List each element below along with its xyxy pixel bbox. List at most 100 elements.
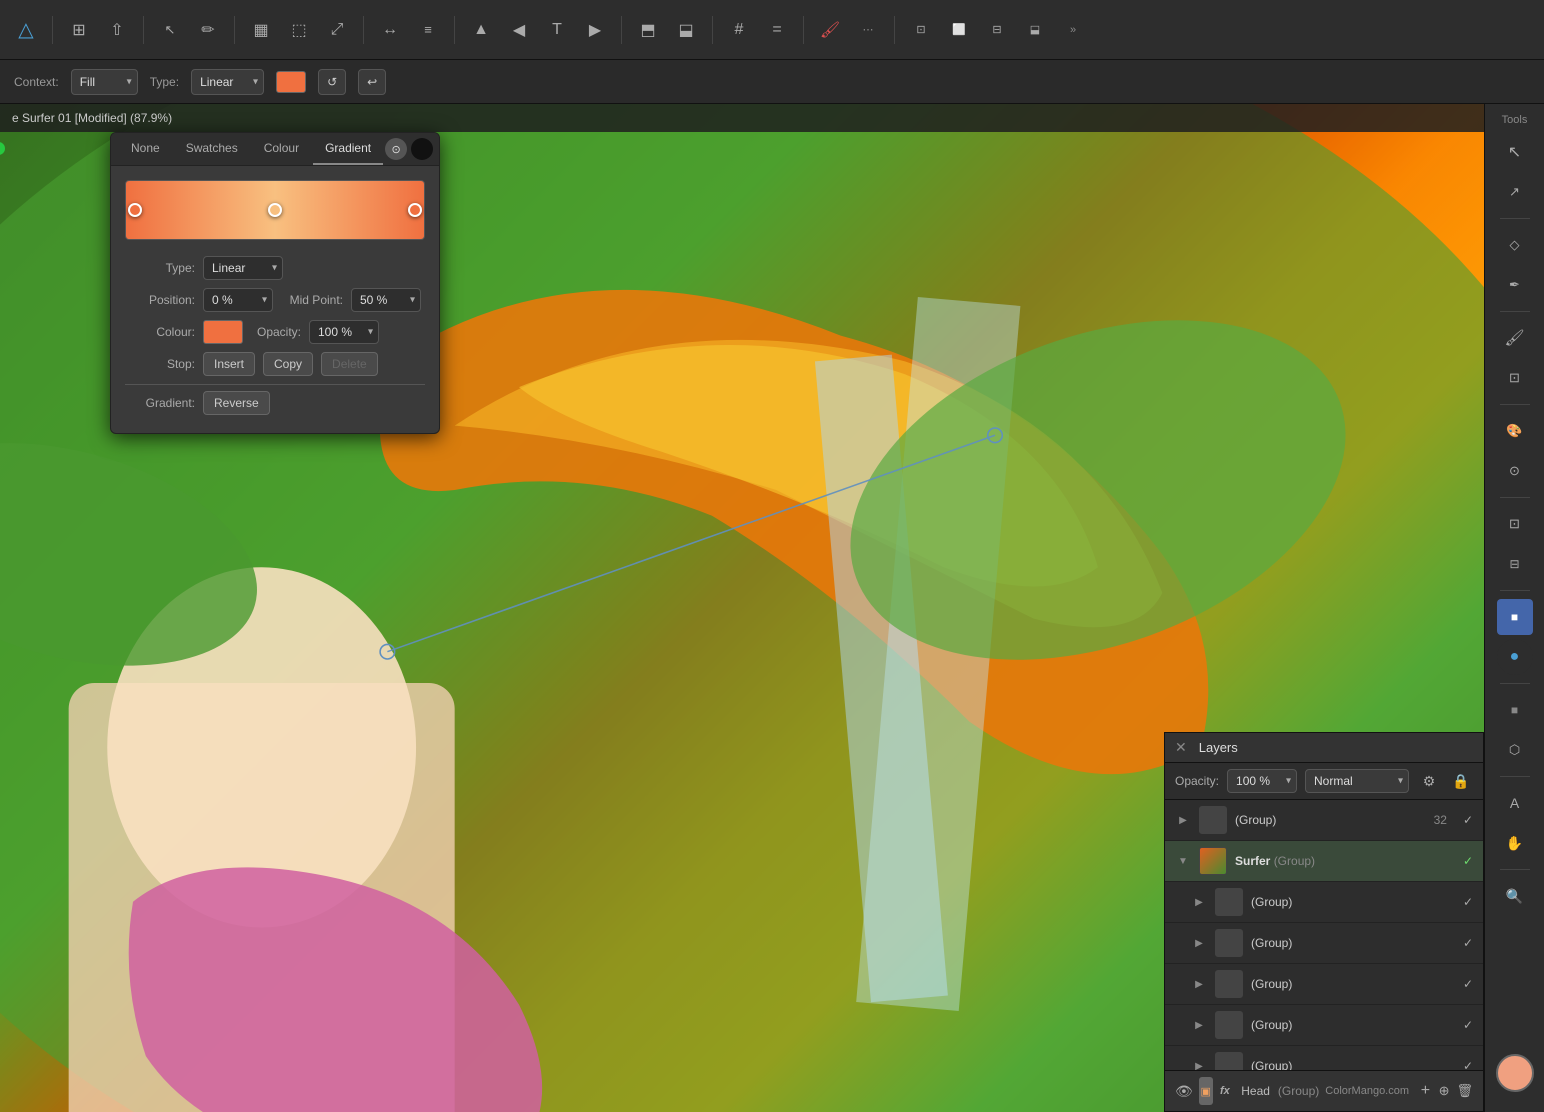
square-tool-btn[interactable]: ■ xyxy=(1497,599,1533,635)
color-circle[interactable] xyxy=(1496,1054,1534,1092)
layer-expand-4[interactable]: ▶ xyxy=(1191,1017,1207,1033)
gradient-colour-swatch[interactable] xyxy=(203,320,243,344)
delete-btn[interactable]: Delete xyxy=(321,352,378,376)
copy-btn[interactable]: Copy xyxy=(263,352,313,376)
align-btn[interactable]: ≡ xyxy=(412,14,444,46)
layer-expand-2[interactable]: ▶ xyxy=(1191,935,1207,951)
layer-check-5[interactable]: ✓ xyxy=(1463,1059,1473,1070)
refresh-btn[interactable]: ↺ xyxy=(318,69,346,95)
affinity-logo-btn[interactable]: △ xyxy=(10,14,42,46)
pointer-tool-btn[interactable]: ↖ xyxy=(1497,134,1533,170)
sample-tool-btn[interactable]: ⊙ xyxy=(1497,453,1533,489)
context-select[interactable]: Fill Stroke xyxy=(71,69,138,95)
text-btn[interactable]: T xyxy=(541,14,573,46)
layer-item-4[interactable]: ▶ (Group) ✓ xyxy=(1165,1005,1483,1046)
layers-blend-select[interactable]: Normal Multiply Screen Overlay xyxy=(1305,769,1409,793)
circle-tool-btn[interactable]: ● xyxy=(1497,639,1533,675)
opacity-select[interactable]: 100 % 75 % 50 % 25 % 0 % xyxy=(309,320,379,344)
brush2-btn[interactable]: 🖌 xyxy=(814,14,846,46)
gradient-type-select[interactable]: Linear Radial Conical Bitmap xyxy=(203,256,283,280)
position-select[interactable]: 0 % 25 % 50 % 75 % 100 % xyxy=(203,288,273,312)
layer-check-4[interactable]: ✓ xyxy=(1463,1018,1473,1032)
grid2-btn[interactable]: ▦ xyxy=(245,14,277,46)
square2-tool-btn[interactable]: ■ xyxy=(1497,692,1533,728)
layer-check-2[interactable]: ✓ xyxy=(1463,936,1473,950)
layer-check-0[interactable]: ✓ xyxy=(1463,813,1473,827)
layer-expand-1[interactable]: ▶ xyxy=(1191,894,1207,910)
mask-btn[interactable]: ⬓ xyxy=(670,14,702,46)
layers-footer-dup-btn[interactable]: ⊕ xyxy=(1438,1078,1451,1104)
pointer2-tool-btn[interactable]: ↗ xyxy=(1497,174,1533,210)
layers-footer-effect-btn[interactable]: fx xyxy=(1219,1078,1232,1104)
tab-colour[interactable]: Colour xyxy=(252,133,311,165)
reverse-btn[interactable]: Reverse xyxy=(203,391,270,415)
gradient-bar[interactable] xyxy=(125,180,425,240)
tab-gradient[interactable]: Gradient xyxy=(313,133,383,165)
layers-close-btn[interactable]: ✕ xyxy=(1175,739,1187,756)
export-btn[interactable]: ⬒ xyxy=(632,14,664,46)
undo-btn[interactable]: ↩ xyxy=(358,69,386,95)
gradient-stop-mid[interactable] xyxy=(268,203,282,217)
type-tool-btn[interactable]: A xyxy=(1497,785,1533,821)
pointer-btn[interactable]: ↖ xyxy=(154,14,186,46)
node-tool-btn[interactable]: ◇ xyxy=(1497,227,1533,263)
layers-footer-eye-btn[interactable]: 👁 xyxy=(1175,1078,1193,1104)
snap-btn[interactable]: = xyxy=(761,14,793,46)
layer-item-collapsed[interactable]: ▶ (Group) 32 ✓ xyxy=(1165,800,1483,841)
layer-check-3[interactable]: ✓ xyxy=(1463,977,1473,991)
grid3-btn[interactable]: # xyxy=(723,14,755,46)
pen-btn[interactable]: ✏ xyxy=(192,14,224,46)
tab-none[interactable]: None xyxy=(119,133,172,165)
layers-settings-btn[interactable]: ⚙ xyxy=(1417,769,1441,793)
zoom-tool-btn[interactable]: 🔍 xyxy=(1497,878,1533,914)
transform-btn[interactable]: ⤢ xyxy=(321,14,353,46)
more-icon-btn[interactable]: » xyxy=(1057,14,1089,46)
hand-tool-btn[interactable]: ✋ xyxy=(1497,825,1533,861)
toolbar-icon-c[interactable]: ⊟ xyxy=(981,14,1013,46)
layer-item-2[interactable]: ▶ (Group) ✓ xyxy=(1165,923,1483,964)
star-tool-btn[interactable]: ⬡ xyxy=(1497,732,1533,768)
midpoint-select[interactable]: 25 % 50 % 75 % xyxy=(351,288,421,312)
maximize-window-btn[interactable] xyxy=(0,142,5,155)
black-swatch-icon[interactable] xyxy=(411,138,433,160)
layers-lock-btn[interactable]: 🔒 xyxy=(1449,769,1473,793)
pen-tool-btn[interactable]: ✒ xyxy=(1497,267,1533,303)
layer-expand-surfer[interactable]: ▼ xyxy=(1175,853,1191,869)
context-color-swatch[interactable] xyxy=(276,71,306,93)
layer-expand-icon[interactable]: ▶ xyxy=(1175,812,1191,828)
select-btn[interactable]: ⬚ xyxy=(283,14,315,46)
layer-item-3[interactable]: ▶ (Group) ✓ xyxy=(1165,964,1483,1005)
toolbar-icon-b[interactable]: ⬜ xyxy=(943,14,975,46)
layers-footer-del-btn[interactable]: 🗑 xyxy=(1457,1078,1474,1104)
toolbar-icon-d[interactable]: ⬓ xyxy=(1019,14,1051,46)
layer-expand-3[interactable]: ▶ xyxy=(1191,976,1207,992)
shape-icon-btn[interactable]: ▲ xyxy=(465,14,497,46)
grid-btn[interactable]: ⊞ xyxy=(63,14,95,46)
tab-swatches[interactable]: Swatches xyxy=(174,133,250,165)
layers-footer-thumb-btn[interactable]: ▣ xyxy=(1199,1077,1213,1105)
type-select[interactable]: None Solid Linear Radial Conical Bitmap xyxy=(191,69,264,95)
crop-tool-btn[interactable]: ⊡ xyxy=(1497,506,1533,542)
layer-item-surfer[interactable]: ▼ Surfer (Group) ✓ xyxy=(1165,841,1483,882)
forward-btn[interactable]: ▶ xyxy=(579,14,611,46)
layers-opacity-select[interactable]: 100 % 75 % 50 % xyxy=(1227,769,1297,793)
arrange-btn[interactable]: ↔ xyxy=(374,14,406,46)
layer-item-5[interactable]: ▶ (Group) ✓ xyxy=(1165,1046,1483,1070)
layer-item-1[interactable]: ▶ (Group) ✓ xyxy=(1165,882,1483,923)
share-btn[interactable]: ⇧ xyxy=(101,14,133,46)
gradient-stop-left[interactable] xyxy=(128,203,142,217)
back-btn[interactable]: ◀ xyxy=(503,14,535,46)
gradient-stop-right[interactable] xyxy=(408,203,422,217)
paint-tool-btn[interactable]: 🖌 xyxy=(1497,320,1533,356)
color-tool-btn[interactable]: 🎨 xyxy=(1497,413,1533,449)
layer-check-1[interactable]: ✓ xyxy=(1463,895,1473,909)
more-btn2[interactable]: ⋯ xyxy=(852,14,884,46)
layers-footer-add-btn[interactable]: + xyxy=(1419,1078,1432,1104)
pixel2-tool-btn[interactable]: ⊡ xyxy=(1497,360,1533,396)
crop2-tool-btn[interactable]: ⊟ xyxy=(1497,546,1533,582)
insert-btn[interactable]: Insert xyxy=(203,352,255,376)
eyedropper-icon[interactable]: ⊙ xyxy=(385,138,407,160)
layer-check-surfer[interactable]: ✓ xyxy=(1463,854,1473,868)
toolbar-icon-a[interactable]: ⊡ xyxy=(905,14,937,46)
layer-expand-5[interactable]: ▶ xyxy=(1191,1058,1207,1070)
